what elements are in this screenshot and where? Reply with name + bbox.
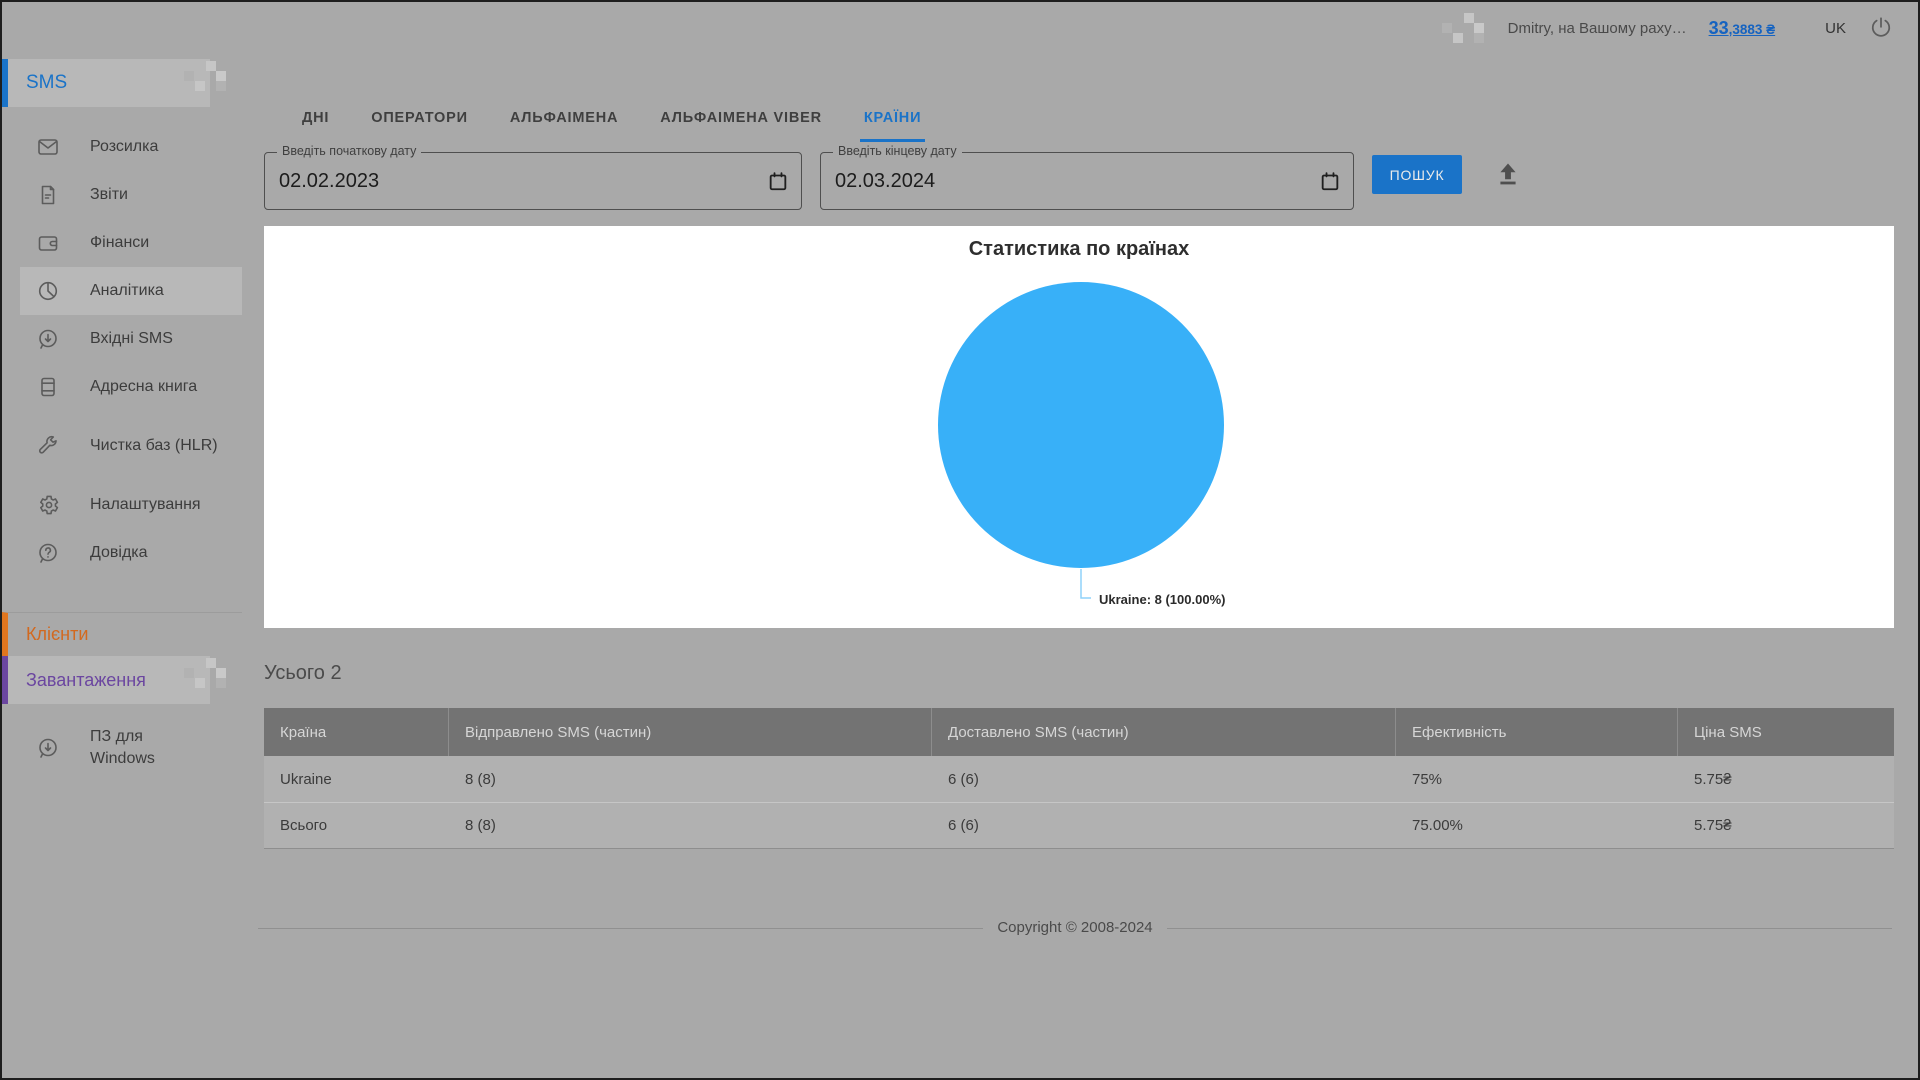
sidebar-item-label: Довідка [90,544,148,561]
end-date-input[interactable] [835,153,1307,209]
incoming-message-icon [39,329,57,349]
column-header: Доставлено SMS (частин) [932,708,1396,756]
upload-icon[interactable] [1494,160,1522,188]
sidebar-item-rozsylka[interactable]: Розсилка [20,123,242,171]
column-header: Відправлено SMS (частин) [449,708,932,756]
wrench-icon [38,435,57,454]
cell-country: Ukraine [280,770,332,788]
cell-delivered: 6 (6) [948,817,979,834]
table-row-total: Всього 8 (8) 6 (6) 75.00% 5.75₴ [264,802,1894,848]
tab-krainy[interactable]: КРАЇНИ [859,96,926,142]
user-balance-text: Dmitry, на Вашому раху… [1507,19,1687,37]
cell-price: 5.75₴ [1694,770,1732,788]
sidebar-item-label: Аналітика [90,282,164,299]
sidebar-item-zvity[interactable]: Звіти [20,171,242,219]
column-header: Ціна SMS [1694,723,1762,741]
sidebar-item-label: Вхідні SMS [90,330,173,347]
envelope-icon [38,139,58,155]
pie-chart-icon [38,281,58,301]
calendar-icon[interactable] [767,170,789,192]
sidebar-item-chystka-baz-hlr[interactable]: Чистка баз (HLR) [20,411,242,481]
sidebar-item-label: Адресна книга [90,378,198,395]
footer: Copyright © 2008-2024 [258,914,1892,942]
pie-data-label: Ukraine: 8 (100.00%) [1099,592,1226,607]
tab-alfaimena-viber[interactable]: АЛЬФАІМЕНА VIBER [656,96,826,142]
cell-delivered: 6 (6) [948,770,979,788]
balance-link[interactable]: 33,3883 ₴ [1709,18,1776,39]
language-label: UK [1825,19,1846,37]
sidebar-item-nalashtuvannya[interactable]: Налаштування [20,481,242,529]
power-logout-icon[interactable] [1868,15,1894,41]
report-icon [41,185,55,205]
cell-price: 5.75₴ [1694,817,1732,834]
sidebar-item-adresna-knyha[interactable]: Адресна книга [20,363,242,411]
sidebar-item-label: Розсилка [90,138,159,155]
language-selector[interactable]: UK [1797,20,1846,37]
downloads-section-label: Завантаження [26,669,146,690]
sidebar-item-vhidni-sms[interactable]: Вхідні SMS [20,315,242,363]
copyright-text: Copyright © 2008-2024 [983,919,1167,936]
search-button[interactable]: ПОШУК [1372,155,1462,194]
cell-efficiency: 75.00% [1412,817,1463,834]
total-count-label: Усього 2 [264,662,342,684]
sidebar-section-clients[interactable]: Клієнти [2,612,242,656]
sidebar-item-finansy[interactable]: Фінанси [20,219,242,267]
ukraine-flag-icon [1797,21,1819,35]
balance-fraction: ,3883 ₴ [1728,21,1776,37]
clients-section-label: Клієнти [26,624,89,644]
pie-slice-ukraine [938,282,1224,568]
sidebar-item-label: Чистка баз (HLR) [90,437,218,454]
tab-alfaimena[interactable]: АЛЬФАІМЕНА [506,96,622,142]
sidebar-item-label: Звіти [90,186,128,203]
sidebar-item-label: Налаштування [90,496,201,513]
app-window: Dmitry, на Вашому раху… 33,3883 ₴ UK SMS… [0,0,1920,1080]
end-date-field[interactable]: Введіть кінцеву дату [820,144,1354,210]
countries-table: Країна Відправлено SMS (частин) Доставле… [264,708,1894,849]
table-header-row: Країна Відправлено SMS (частин) Доставле… [264,708,1894,756]
sms-section-label: SMS [26,72,68,93]
analytics-tabs: ДНІ ОПЕРАТОРИ АЛЬФАІМЕНА АЛЬФАІМЕНА VIBE… [298,96,926,142]
tab-dni[interactable]: ДНІ [298,96,333,142]
column-header: Ефективність [1396,708,1678,756]
sidebar-item-analityka[interactable]: Аналітика [20,267,242,315]
cell-sent: 8 (8) [465,770,496,788]
cell-country: Всього [280,817,328,834]
start-date-field[interactable]: Введіть початкову дату [264,144,802,210]
sidebar-menu: Розсилка Звіти Фінанси Аналітика Вхідні … [2,123,242,577]
pixel-decoration [1442,13,1486,43]
sidebar-section-downloads[interactable]: Завантаження [2,656,210,704]
sidebar-item-label: ПЗ для Windows [90,728,155,767]
top-bar: Dmitry, на Вашому раху… 33,3883 ₴ UK [242,2,1918,54]
calendar-icon[interactable] [1319,170,1341,192]
chart-panel: Статистика по країнах Ukraine: 8 (100.00… [264,226,1894,628]
address-book-icon [41,377,55,397]
sidebar-item-label: Фінанси [90,234,150,251]
help-icon [39,543,57,563]
wallet-icon [38,236,58,251]
sidebar-item-pz-for-windows[interactable]: ПЗ для Windows [20,716,242,780]
start-date-input[interactable] [279,153,755,209]
balance-whole: 33 [1708,17,1729,38]
tab-operatory[interactable]: ОПЕРАТОРИ [367,96,472,142]
pixel-decoration [184,658,228,688]
cell-efficiency: 75% [1412,770,1443,788]
pixel-decoration [184,61,228,91]
column-header: Країна [264,708,449,756]
gear-icon [40,495,59,515]
sidebar-section-sms[interactable]: SMS [2,59,210,107]
download-icon [39,738,57,758]
sidebar: SMS Розсилка Звіти Фінанси Аналітика Вхі… [2,2,242,1078]
table-row: Ukraine 8 (8) 6 (6) 75% 5.75₴ [264,756,1894,802]
cell-sent: 8 (8) [465,817,496,834]
sidebar-item-dovidka[interactable]: Довідка [20,529,242,577]
chart-title: Статистика по країнах [968,238,1190,260]
